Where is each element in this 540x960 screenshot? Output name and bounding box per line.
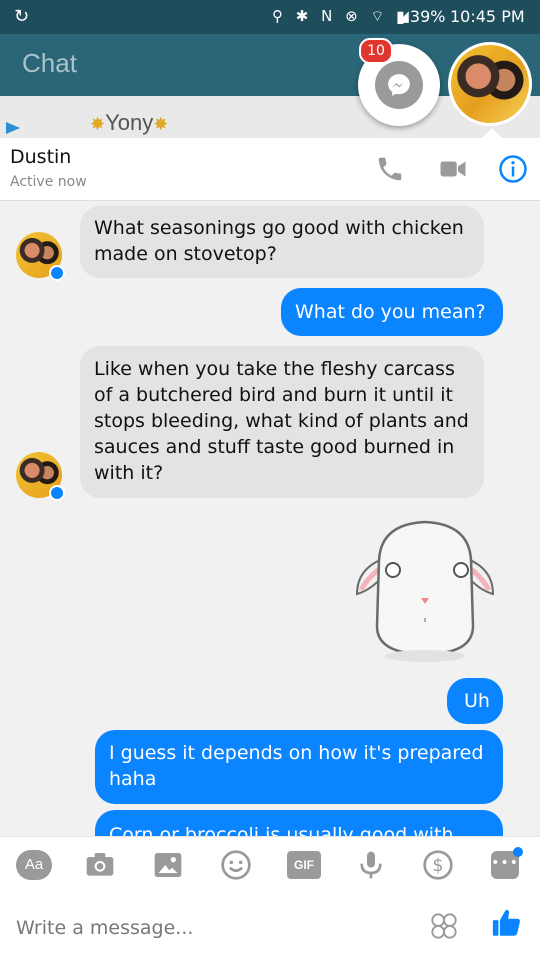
camera-icon[interactable] (84, 849, 116, 881)
background-row-name: ✸Yony✸ (90, 110, 168, 136)
messenger-badge-icon (49, 265, 65, 281)
contact-avatar[interactable] (16, 232, 65, 281)
background-arrow-icon (6, 122, 20, 134)
clock: 10:45 PM (450, 7, 525, 26)
conversation-header: Dustin Active now (0, 138, 540, 201)
message-input[interactable] (14, 910, 398, 946)
message-bubble-outgoing[interactable]: What do you mean? (281, 288, 503, 336)
unread-count-badge: 10 (359, 38, 393, 64)
gallery-icon[interactable] (152, 849, 184, 881)
message-bubble-outgoing[interactable]: I guess it depends on how it's prepared … (95, 730, 503, 804)
thumbs-up-icon[interactable] (490, 906, 524, 940)
video-call-icon[interactable] (438, 154, 468, 184)
contact-name[interactable]: Dustin (10, 146, 71, 168)
info-icon[interactable] (498, 154, 528, 184)
message-thread[interactable]: What seasonings go good with chicken mad… (0, 200, 540, 836)
status-bar: ↻ ⚲ ✱ N ⊗ ⌔ ◢ ▮ 39% 10:45 PM (0, 0, 540, 34)
messenger-badge-icon (49, 485, 65, 501)
stickers-icon[interactable] (430, 912, 458, 940)
gif-button[interactable]: GIF (287, 851, 321, 879)
messenger-icon (375, 61, 423, 109)
microphone-icon[interactable] (355, 849, 387, 881)
star-icon: ✸ (90, 114, 106, 134)
contact-avatar[interactable] (16, 452, 65, 501)
white-bunny-sticker[interactable] (355, 518, 495, 668)
background-app-title: Chat (22, 48, 77, 78)
payment-icon[interactable]: $ (422, 849, 454, 881)
contact-chat-head-avatar[interactable] (448, 42, 532, 126)
text-format-button[interactable]: Aa (16, 850, 52, 880)
message-bubble-incoming[interactable]: What seasonings go good with chicken mad… (80, 206, 484, 278)
star-icon: ✸ (153, 114, 169, 134)
notification-dot-icon (513, 847, 523, 857)
more-options-button[interactable]: ••• (491, 847, 523, 879)
emoji-icon[interactable] (220, 849, 252, 881)
chat-head-window: Dustin Active now What seasonings go goo… (0, 138, 540, 960)
battery-level: ▮ 39% (396, 7, 446, 26)
status-icons: ⚲ ✱ N ⊗ ⌔ ◢ (272, 7, 413, 25)
message-bubble-incoming[interactable]: Like when you take the fleshy carcass of… (80, 346, 484, 498)
chat-head-pointer (480, 128, 504, 140)
background-row-label: Yony (105, 110, 154, 135)
message-bubble-outgoing[interactable]: Corn or broccoli is usually good with (95, 810, 503, 836)
message-bubble-outgoing[interactable]: Uh (447, 678, 503, 724)
sync-icon: ↻ (14, 6, 30, 27)
battery-percent: 39% (409, 7, 446, 26)
contact-status: Active now (10, 174, 87, 190)
composer-toolbar: Aa GIF $ ••• (0, 836, 540, 893)
message-composer (0, 892, 540, 960)
svg-text:$: $ (432, 856, 443, 876)
ellipsis-icon: ••• (491, 855, 519, 871)
phone-icon[interactable] (375, 154, 405, 184)
